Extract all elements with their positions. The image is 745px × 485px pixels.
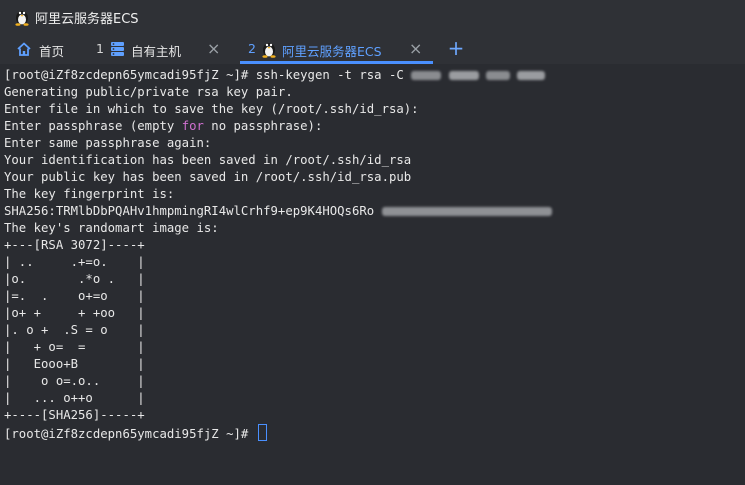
randomart-line: | Eooo+B |	[4, 357, 145, 371]
redacted-email	[486, 71, 510, 80]
prompt: [root@iZf8zcdepn65ymcadi95fjZ ~]#	[4, 68, 249, 82]
output-line: Enter file in which to save the key (/ro…	[4, 102, 419, 116]
randomart-line: +----[SHA256]-----+	[4, 408, 145, 422]
add-tab-button[interactable]: +	[446, 37, 466, 61]
randomart-line: | ... o++o |	[4, 391, 145, 405]
window-title: 阿里云服务器ECS	[35, 12, 139, 27]
tab-label: 自有主机	[131, 44, 182, 59]
output-line: Generating public/private rsa key pair.	[4, 85, 293, 99]
randomart-line: |. o + .S = o |	[4, 323, 145, 337]
tux-icon	[15, 11, 29, 26]
randomart-line: |o+ + + +oo |	[4, 306, 145, 320]
redacted-email	[448, 71, 479, 80]
command-line: [root@iZf8zcdepn65ymcadi95fjZ ~]# ssh-ke…	[4, 67, 546, 84]
tux-icon	[262, 43, 276, 58]
tab-bar: 首页 1 自有主机 × 2 阿里云服务器ECS ×	[0, 34, 745, 64]
passphrase-after: no passphrase):	[203, 119, 323, 133]
output-line: Enter passphrase (empty for no passphras…	[4, 118, 322, 135]
tab-own-host[interactable]: 1 自有主机 ×	[88, 34, 228, 64]
fingerprint-line: SHA256:TRMlbDbPQAHv1hmpmingRI4wlCrhf9+ep…	[4, 203, 552, 220]
randomart-line: |=. . o+=o |	[4, 289, 145, 303]
output-line: The key fingerprint is:	[4, 187, 175, 201]
passphrase-before: Enter passphrase (empty	[4, 119, 182, 133]
title-bar: 阿里云服务器ECS	[0, 0, 745, 34]
tab-home[interactable]: 首页	[8, 34, 78, 64]
keyword-for: for	[181, 119, 204, 133]
tab-aliyun-ecs[interactable]: 2 阿里云服务器ECS ×	[240, 34, 433, 64]
output-line: Your public key has been saved in /root/…	[4, 170, 412, 184]
terminal-cursor[interactable]	[257, 424, 267, 441]
randomart-line: | o o=.o.. |	[4, 374, 145, 388]
redacted-fingerprint-comment	[381, 207, 552, 216]
randomart-line: +---[RSA 3072]----+	[4, 238, 145, 252]
fingerprint: SHA256:TRMlbDbPQAHv1hmpmingRI4wlCrhf9+ep…	[4, 204, 382, 218]
redacted-email	[411, 71, 442, 80]
final-prompt-line: [root@iZf8zcdepn65ymcadi95fjZ ~]#	[4, 424, 267, 441]
output-line: Enter same passphrase again:	[4, 136, 212, 150]
close-icon[interactable]: ×	[207, 39, 220, 58]
tab-number: 1	[96, 41, 104, 56]
command: ssh-keygen -t rsa -C	[248, 68, 412, 82]
tab-number: 2	[248, 41, 256, 56]
redacted-email	[517, 71, 546, 80]
home-icon	[17, 42, 31, 56]
close-icon[interactable]: ×	[409, 39, 422, 58]
tab-label: 首页	[39, 44, 65, 59]
terminal-output[interactable]: [root@iZf8zcdepn65ymcadi95fjZ ~]# ssh-ke…	[0, 64, 745, 485]
prompt: [root@iZf8zcdepn65ymcadi95fjZ ~]#	[4, 427, 249, 441]
server-icon	[111, 42, 124, 56]
randomart-line: |o. .*o . |	[4, 272, 145, 286]
randomart-line: | .. .+=o. |	[4, 255, 145, 269]
output-line: Your identification has been saved in /r…	[4, 153, 412, 167]
output-line: The key's randomart image is:	[4, 221, 219, 235]
randomart-line: | + o= = |	[4, 340, 145, 354]
tab-label: 阿里云服务器ECS	[282, 44, 382, 59]
